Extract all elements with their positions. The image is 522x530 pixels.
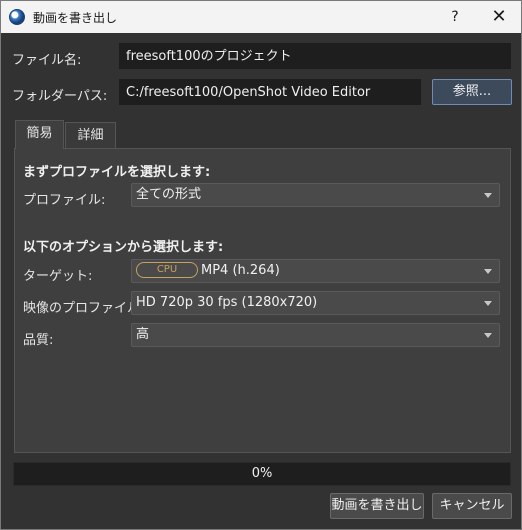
file-name-label: ファイル名: — [12, 53, 82, 68]
chevron-down-icon — [484, 193, 492, 198]
close-button[interactable]: ✕ — [477, 1, 521, 33]
file-name-input[interactable]: freesoft100のプロジェクト — [119, 43, 511, 69]
target-label: ターゲット: — [23, 269, 93, 284]
quality-value: 高 — [136, 327, 150, 342]
quality-dropdown[interactable]: 高 — [131, 323, 500, 347]
export-button[interactable]: 動画を書き出し — [330, 493, 424, 519]
simple-tab-panel: まずプロファイルを選択します: プロファイル: 全ての形式 以下のオプションから… — [14, 148, 511, 453]
openshot-app-icon — [9, 9, 25, 25]
video-profile-dropdown[interactable]: HD 720p 30 fps (1280x720) — [131, 291, 500, 315]
options-heading: 以下のオプションから選択します: — [23, 240, 224, 255]
window-title: 動画を書き出し — [33, 11, 118, 25]
video-profile-value: HD 720p 30 fps (1280x720) — [136, 295, 318, 310]
title-bar: 動画を書き出し ? ✕ — [1, 1, 521, 33]
help-button[interactable]: ? — [433, 1, 477, 33]
profile-value: 全ての形式 — [136, 187, 202, 202]
folder-path-label: フォルダーパス: — [12, 89, 108, 104]
target-value: MP4 (h.264) — [201, 263, 280, 278]
chevron-down-icon — [484, 301, 492, 306]
folder-path-input[interactable]: C:/freesoft100/OpenShot Video Editor — [119, 79, 421, 105]
chevron-down-icon — [484, 333, 492, 338]
profile-label: プロファイル: — [23, 193, 106, 208]
chevron-down-icon — [484, 269, 492, 274]
progress-text: 0% — [251, 466, 273, 481]
quality-label: 品質: — [23, 333, 54, 348]
export-video-dialog: 動画を書き出し ? ✕ ファイル名: freesoft100のプロジェクト フォ… — [0, 0, 522, 530]
cpu-badge: CPU — [136, 261, 198, 278]
tab-simple[interactable]: 簡易 — [15, 120, 64, 149]
tab-advanced[interactable]: 詳細 — [65, 122, 116, 149]
profile-dropdown[interactable]: 全ての形式 — [131, 183, 500, 207]
cancel-button[interactable]: キャンセル — [432, 493, 512, 519]
target-dropdown[interactable]: CPU MP4 (h.264) — [131, 259, 500, 283]
profile-heading: まずプロファイルを選択します: — [23, 165, 211, 180]
video-profile-label: 映像のプロファイル: — [23, 301, 145, 316]
browse-button[interactable]: 参照... — [432, 79, 512, 105]
export-progress-bar: 0% — [13, 462, 511, 486]
